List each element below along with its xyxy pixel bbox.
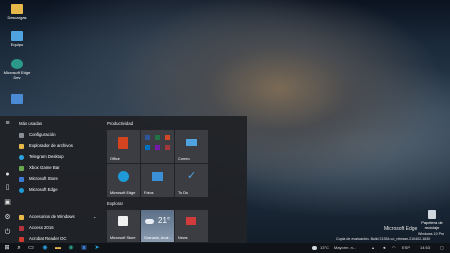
taskbar: ⊞ ⌕ ▭ ◉ ▬ ◉ ▣ ➤ 13°C Mayorm. n... ▴ ◄ ◠ … <box>0 243 450 253</box>
settings-icon <box>19 133 24 138</box>
edge-dev-icon <box>11 59 23 69</box>
app-item-explorador[interactable]: Explorador de archivos <box>17 141 103 151</box>
desktop-icon-edge-dev[interactable]: Microsoft Edge Dev <box>0 59 34 80</box>
app-item-telegram[interactable]: Telegram Desktop <box>17 152 103 162</box>
app-list: Más usadas Configuración Explorador de a… <box>17 116 103 243</box>
cloud-icon <box>145 219 154 224</box>
recent-header: Más usadas <box>19 121 43 126</box>
edge-dev-taskbar-icon[interactable]: ◉ <box>68 245 74 251</box>
desktop-icon-app[interactable] <box>2 94 32 105</box>
desktop-icon-equipo[interactable]: Equipo <box>2 31 32 47</box>
xbox-icon <box>19 166 24 171</box>
tile-office[interactable]: Office <box>107 130 140 163</box>
group-explorar: Explorar <box>107 201 124 206</box>
telegram-icon <box>19 155 24 160</box>
volume-icon[interactable]: ◄ <box>382 243 386 253</box>
edge-icon <box>118 171 129 182</box>
excel-icon <box>155 135 160 140</box>
network-icon[interactable]: ▴ <box>372 243 374 253</box>
tray-time[interactable]: 14:53 <box>420 243 430 253</box>
store-taskbar-icon[interactable]: ▣ <box>81 245 87 251</box>
desktop-icon-label: Microsoft Edge Dev <box>3 70 31 80</box>
edge-icon <box>19 188 24 193</box>
recycle-bin-icon <box>428 210 436 219</box>
chevron-down-icon: ⌄ <box>93 214 97 219</box>
hamburger-menu-icon[interactable]: ≡ <box>4 120 11 127</box>
app-item-xbox[interactable]: Xbox Game Bar <box>17 163 103 173</box>
access-icon <box>165 145 170 150</box>
powerpoint-icon <box>165 135 170 140</box>
tray-temp[interactable]: 13°C <box>320 243 329 253</box>
word-icon <box>145 135 150 140</box>
acrobat-icon <box>19 237 24 242</box>
news-icon <box>186 217 196 225</box>
app-icon <box>11 94 23 104</box>
folder-icon <box>19 144 24 149</box>
start-rail: ≡ ● ▯ ▣ ⚙ ⏻ <box>0 116 16 243</box>
app-item-accesorios[interactable]: Accesorios de Windows ⌄ <box>17 212 103 222</box>
wifi-icon[interactable]: ◠ <box>392 243 396 253</box>
outlook-icon <box>145 145 150 150</box>
app-item-access[interactable]: Access 2016 <box>17 223 103 233</box>
tile-fotos[interactable]: Fotos <box>141 164 174 197</box>
app-item-edge[interactable]: Microsoft Edge <box>17 185 103 195</box>
power-icon[interactable]: ⏻ <box>4 229 11 236</box>
weather-temp: 21° <box>158 216 171 225</box>
user-icon[interactable]: ● <box>4 171 11 178</box>
document-icon[interactable]: ▯ <box>4 184 11 191</box>
desktop-icon-descargas[interactable]: Descargas <box>2 4 32 20</box>
computer-icon <box>11 31 23 41</box>
recycle-bin-label: Papelera de reciclaje <box>421 220 443 230</box>
group-productividad: Productividad <box>107 121 134 126</box>
desktop-icon-label: Descargas <box>7 15 27 20</box>
folder-icon <box>19 215 24 220</box>
edge-taskbar-icon[interactable]: ◉ <box>42 245 48 251</box>
recycle-bin[interactable]: Papelera de reciclaje <box>420 210 444 230</box>
onenote-icon <box>155 145 160 150</box>
store-bag-icon <box>118 216 128 226</box>
task-view-icon[interactable]: ▭ <box>28 245 34 251</box>
tile-weather[interactable]: 21° Granada, Andr... <box>141 210 174 242</box>
office-icon <box>118 137 128 149</box>
tile-office-apps[interactable] <box>141 130 174 163</box>
tile-todo[interactable]: ✓ To Do <box>175 164 208 197</box>
settings-icon[interactable]: ⚙ <box>4 214 11 221</box>
search-icon[interactable]: ⌕ <box>16 245 22 251</box>
notifications-icon[interactable]: ▢ <box>440 243 444 253</box>
mail-icon <box>186 139 197 146</box>
watermark-brand: Microsoft Edge <box>384 226 418 232</box>
access-icon <box>19 226 24 231</box>
watermark-build: Copia de evaluación. Build 21354.co_rele… <box>336 237 431 241</box>
weather-widget-icon[interactable] <box>312 246 317 250</box>
watermark-line2: Windows 10 Pro <box>418 232 445 236</box>
tile-correo[interactable]: Correo <box>175 130 208 163</box>
photos-icon <box>152 172 163 181</box>
checkmark-icon: ✓ <box>187 170 197 182</box>
start-menu: ≡ ● ▯ ▣ ⚙ ⏻ Más usadas Configuración Exp… <box>0 116 247 243</box>
tile-news[interactable]: News <box>175 210 208 242</box>
tile-edge[interactable]: Microsoft Edge <box>107 164 140 197</box>
telegram-taskbar-icon[interactable]: ➤ <box>94 245 100 251</box>
pictures-icon[interactable]: ▣ <box>4 199 11 206</box>
folder-icon <box>11 4 23 14</box>
tray-lang[interactable]: ESP <box>402 243 410 253</box>
tray-weather[interactable]: Mayorm. n... <box>334 243 356 253</box>
desktop-icon-label: Equipo <box>10 42 24 47</box>
app-item-configuracion[interactable]: Configuración <box>17 130 103 140</box>
file-explorer-icon[interactable]: ▬ <box>55 245 61 251</box>
windows-start-icon[interactable]: ⊞ <box>4 245 10 251</box>
tile-store[interactable]: Microsoft Store <box>107 210 140 242</box>
store-icon <box>19 177 24 182</box>
app-item-store[interactable]: Microsoft Store <box>17 174 103 184</box>
